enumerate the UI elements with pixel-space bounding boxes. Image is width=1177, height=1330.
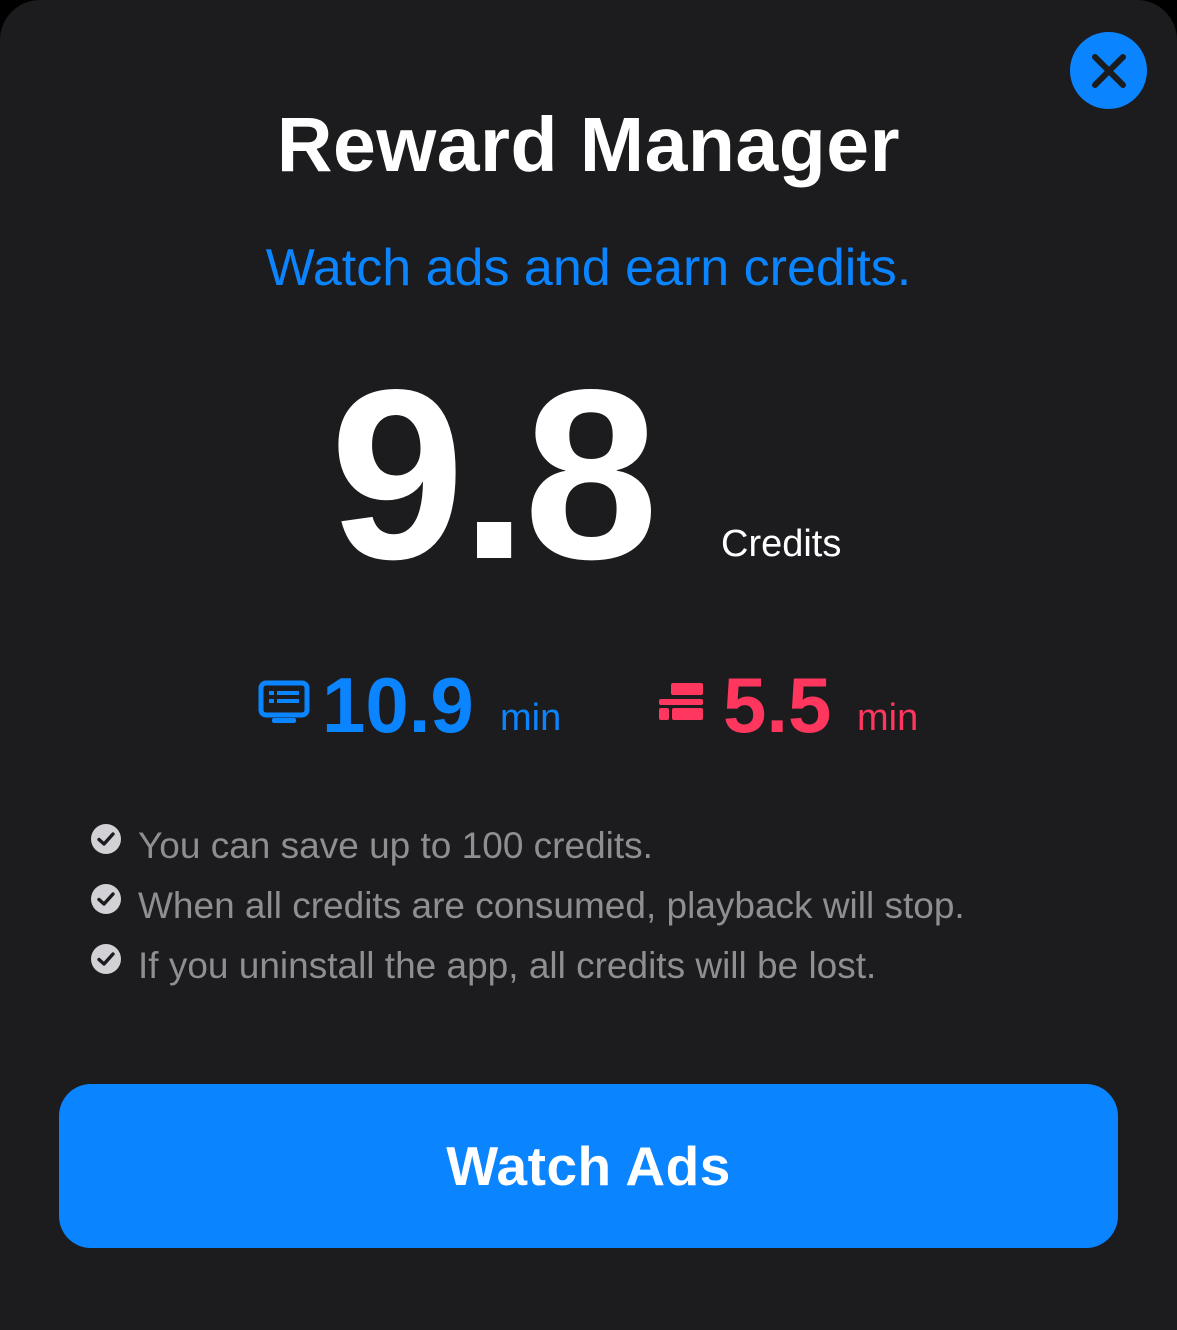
- info-text: When all credits are consumed, playback …: [138, 885, 965, 926]
- ticket-time-value: 5.5: [723, 661, 832, 749]
- checkmark-circle-icon: [91, 824, 121, 854]
- tv-time-unit: min: [500, 697, 562, 739]
- watch-ads-button[interactable]: Watch Ads: [59, 1084, 1118, 1248]
- dialog-title: Reward Manager: [276, 102, 901, 188]
- tv-icon: [258, 680, 310, 723]
- credits-unit-label: Credits: [721, 523, 842, 565]
- info-list: You can save up to 100 credits. When all…: [90, 816, 965, 996]
- reward-manager-dialog: Reward Manager Watch ads and earn credit…: [0, 0, 1177, 1330]
- info-text: If you uninstall the app, all credits wi…: [138, 945, 877, 986]
- checkmark-circle-icon: [91, 944, 121, 974]
- dialog-subtitle: Watch ads and earn credits.: [265, 239, 912, 297]
- credits-balance: 9.8: [330, 340, 658, 610]
- list-item: You can save up to 100 credits.: [90, 816, 965, 876]
- ticket-time-unit: min: [857, 697, 919, 739]
- info-text: You can save up to 100 credits.: [138, 825, 653, 866]
- ticket-icon: [659, 683, 703, 720]
- close-button[interactable]: [1070, 32, 1147, 109]
- list-item: If you uninstall the app, all credits wi…: [90, 936, 965, 996]
- list-item: When all credits are consumed, playback …: [90, 876, 965, 936]
- watch-ads-label: Watch Ads: [446, 1135, 731, 1197]
- close-icon: [1091, 53, 1126, 88]
- checkmark-circle-icon: [91, 884, 121, 914]
- tv-time-value: 10.9: [322, 661, 474, 749]
